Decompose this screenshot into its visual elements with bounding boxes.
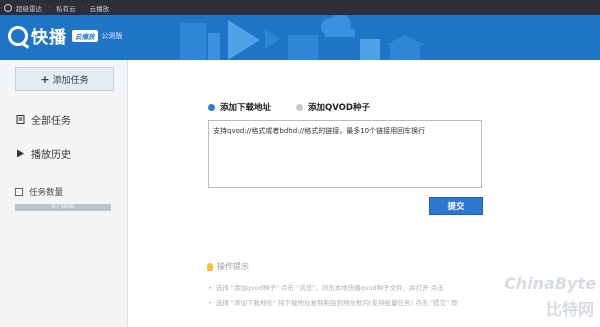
task-quota-count: 0 / 1000 <box>51 204 75 210</box>
watermark-line-2: 比特网 <box>545 300 594 319</box>
header-decoration <box>180 15 425 60</box>
add-task-label: 添加任务 <box>52 75 89 86</box>
app-header: 快播 云播放 公测版 <box>0 15 600 60</box>
beta-label: 公测版 <box>101 31 123 40</box>
task-quota-text: 任务数量 <box>29 188 64 198</box>
play-history-icon <box>15 149 25 159</box>
plus-icon: + <box>40 72 50 86</box>
task-quota-bar: 0 / 1000 <box>15 204 111 211</box>
chinabyte-watermark: ChinaByte 比特网 <box>500 272 600 327</box>
list-icon <box>15 115 25 125</box>
top-nav-logo[interactable]: 超级雷达 <box>4 3 42 13</box>
qvod-mini-icon <box>4 3 12 12</box>
task-type-radio-group: 添加下载地址 添加QVOD种子 <box>208 101 395 113</box>
sidebar-item-label: 全部任务 <box>31 116 71 127</box>
top-nav-separator: · <box>81 3 84 12</box>
add-task-button[interactable]: + 添加任务 <box>15 67 114 91</box>
tip-line: • 选择 "添加下载地址" 将下载地址复制粘贴到地址框内(支持批量任务) 点击 "… <box>208 297 458 307</box>
submit-button[interactable]: 提交 <box>429 197 483 215</box>
tips-title-text: 操作提示 <box>217 262 249 271</box>
sidebar-item-all-tasks[interactable]: 全部任务 <box>15 112 71 127</box>
brand-name: 快播 <box>31 28 67 48</box>
quota-icon <box>15 188 23 196</box>
radio-unselected-icon <box>296 103 304 111</box>
task-quota-label: 任务数量 <box>15 186 63 198</box>
top-nav-item-private-cloud[interactable]: 私有云 <box>56 3 76 13</box>
url-input[interactable]: 支持qvod://格式或者bdhd://格式的链接，最多10个链接用回车换行 <box>208 120 482 188</box>
top-nav-item-cloud-play[interactable]: 云播放 <box>90 3 110 13</box>
tips-title: 操作提示 <box>207 261 249 272</box>
watermark-line-1: ChinaByte <box>504 274 596 293</box>
top-nav-separator: · <box>48 3 51 12</box>
sidebar-item-label: 播放历史 <box>31 150 71 161</box>
top-nav-item-radar[interactable]: 超级雷达 <box>16 3 42 13</box>
bullet: • <box>208 284 212 292</box>
tip-text: 选择 "添加qvod种子" 点击 "浏览"，浏览本地快播qvod种子文件，并打开… <box>215 284 444 292</box>
lightbulb-icon <box>207 262 213 271</box>
sidebar: + 添加任务 全部任务 播放历史 任务数量 0 / 1000 <box>0 60 128 327</box>
radio-add-url-label: 添加下载地址 <box>220 103 272 113</box>
top-nav-bar: 超级雷达 · 私有云 · 云播放 <box>0 0 600 15</box>
qvod-logo-icon <box>8 25 28 46</box>
radio-add-seed-label: 添加QVOD种子 <box>308 103 370 113</box>
bullet: • <box>208 299 212 307</box>
tip-text: 选择 "添加下载地址" 将下载地址复制粘贴到地址框内(支持批量任务) 点击 "提… <box>215 299 458 307</box>
radio-add-url[interactable]: 添加下载地址 <box>208 101 271 113</box>
radio-selected-icon <box>208 103 215 111</box>
tip-line: • 选择 "添加qvod种子" 点击 "浏览"，浏览本地快播qvod种子文件，并打… <box>208 282 444 292</box>
sidebar-item-play-history[interactable]: 播放历史 <box>15 146 71 161</box>
brand: 快播 云播放 公测版 <box>8 23 123 48</box>
radio-add-seed[interactable]: 添加QVOD种子 <box>296 101 370 113</box>
edition-badge: 云播放 <box>72 29 98 42</box>
